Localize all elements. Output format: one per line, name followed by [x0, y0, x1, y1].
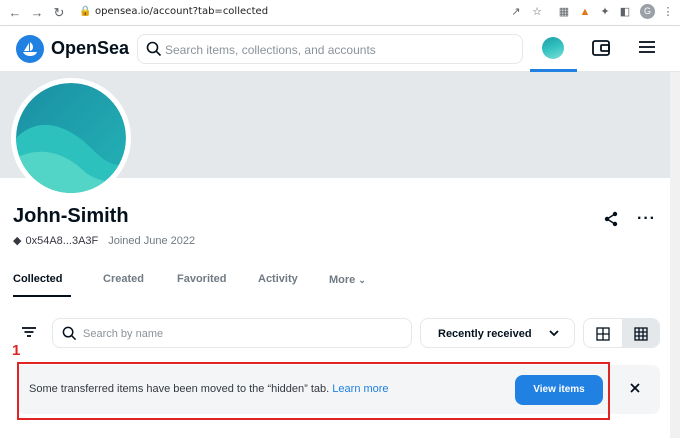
- bookmark-star-icon[interactable]: ☆: [530, 5, 544, 19]
- tab-collected[interactable]: Collected: [13, 273, 63, 285]
- tab-more-label: More: [329, 274, 356, 286]
- back-icon[interactable]: ←: [6, 4, 24, 22]
- profile-name: John-Simith: [13, 205, 129, 227]
- reload-icon[interactable]: ↻: [50, 4, 68, 22]
- search-icon: [146, 41, 162, 57]
- profile-meta: ◆ 0x54A8...3A3F Joined June 2022: [13, 234, 195, 247]
- account-avatar[interactable]: [542, 37, 564, 59]
- search-placeholder: Search items, collections, and accounts: [165, 43, 376, 57]
- lock-icon: 🔒: [79, 6, 92, 17]
- extension-grid-icon[interactable]: ▦: [557, 5, 571, 19]
- global-search-input[interactable]: Search items, collections, and accounts: [137, 34, 523, 64]
- share-icon[interactable]: [603, 211, 619, 227]
- tab-more[interactable]: More ⌄: [329, 274, 366, 286]
- ethereum-icon: ◆: [13, 235, 22, 247]
- item-search-placeholder: Search by name: [83, 328, 164, 340]
- metamask-fox-icon[interactable]: ▲: [578, 5, 592, 19]
- browser-window: ← → ↻ 🔒 opensea.io/account?tab=collected…: [0, 0, 680, 438]
- browser-toolbar: ← → ↻ 🔒 opensea.io/account?tab=collected…: [0, 0, 680, 26]
- address-bar[interactable]: 🔒 opensea.io/account?tab=collected: [76, 3, 548, 23]
- tab-favorited[interactable]: Favorited: [177, 273, 227, 285]
- profile-avatar[interactable]: [11, 78, 131, 198]
- puzzle-extensions-icon[interactable]: ✦: [598, 5, 612, 19]
- wallet-icon[interactable]: [591, 39, 611, 57]
- url-text: opensea.io/account?tab=collected: [95, 6, 269, 17]
- close-icon[interactable]: [629, 382, 641, 394]
- small-grid-icon: [634, 327, 648, 341]
- share-page-icon[interactable]: ↗: [509, 5, 523, 19]
- browser-menu-icon[interactable]: ⋮: [661, 5, 675, 19]
- forward-icon[interactable]: →: [28, 4, 46, 22]
- profile-tabs: Collected Created Favorited Activity Mor…: [0, 266, 670, 298]
- more-options-icon[interactable]: ···: [637, 210, 656, 228]
- view-toggle: [583, 318, 660, 348]
- chevron-down-icon: [549, 330, 559, 337]
- filter-icon[interactable]: [22, 326, 36, 338]
- browser-profile-avatar[interactable]: G: [640, 4, 655, 19]
- joined-date: Joined June 2022: [108, 235, 196, 247]
- chevron-down-icon: ⌄: [358, 275, 366, 285]
- search-icon: [62, 326, 77, 341]
- large-grid-icon: [596, 327, 610, 341]
- active-tab-indicator: [13, 295, 71, 297]
- wallet-address[interactable]: 0x54A8...3A3F: [25, 235, 98, 247]
- hamburger-menu-icon[interactable]: [638, 40, 656, 54]
- page-scrollbar[interactable]: [670, 72, 680, 438]
- annotation-highlight-box: [17, 362, 610, 420]
- side-panel-icon[interactable]: ◧: [618, 5, 632, 19]
- tab-created[interactable]: Created: [103, 273, 144, 285]
- sort-selected-value: Recently received: [438, 328, 532, 340]
- large-grid-view-button[interactable]: [584, 319, 622, 347]
- tab-activity[interactable]: Activity: [258, 273, 298, 285]
- brand-name[interactable]: OpenSea: [51, 38, 129, 59]
- annotation-marker: 1: [12, 342, 21, 359]
- site-header: OpenSea Search items, collections, and a…: [0, 26, 680, 72]
- sort-dropdown[interactable]: Recently received: [420, 318, 575, 348]
- small-grid-view-button[interactable]: [622, 319, 659, 347]
- item-search-input[interactable]: Search by name: [52, 318, 412, 348]
- opensea-logo-icon[interactable]: [16, 35, 44, 63]
